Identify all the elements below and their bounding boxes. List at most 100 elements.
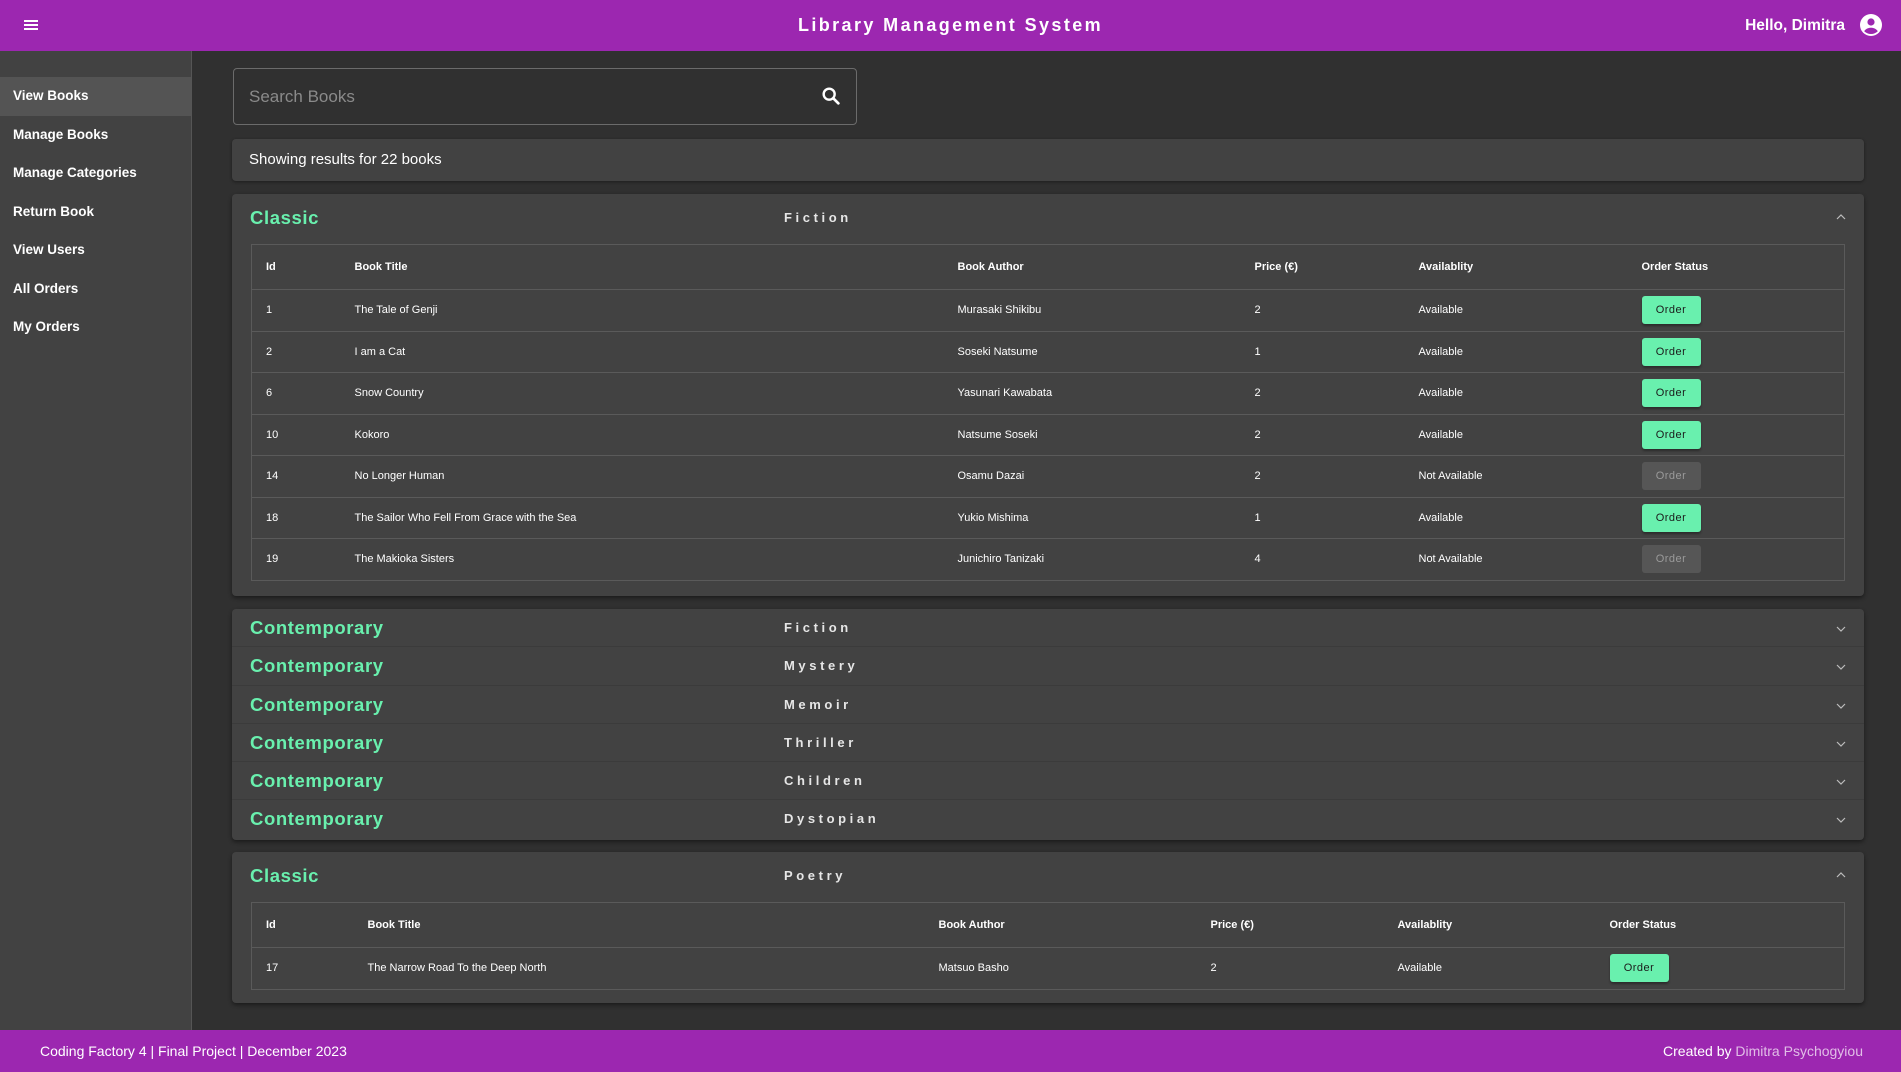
sidebar-nav: View Books Manage Books Manage Categorie… [0,51,192,1030]
order-button[interactable]: Order [1641,296,1701,325]
column-header-title: Book Title [353,902,925,948]
order-status-cell: Order [1627,455,1845,498]
collapsed-panels-group: Contemporary Fiction Contemporary Myster… [232,609,1864,840]
book-id: 19 [251,538,341,581]
author-link[interactable]: Dimitra Psychogyiou [1735,1043,1863,1059]
books-tbody: 17 The Narrow Road To the Deep North Matsu… [251,947,1845,990]
order-button[interactable]: Order [1641,503,1701,532]
category-panel-contemporary-thriller[interactable]: Contemporary Thriller [232,724,1864,763]
order-status-cell: Order [1627,414,1845,456]
footer: Coding Factory 4 | Final Project | Decem… [0,1030,1901,1072]
column-header-author: Book Author [943,244,1241,290]
order-status-cell: Order [1627,372,1845,415]
order-button: Order [1641,462,1701,491]
book-title: Snow Country [340,372,944,415]
column-header-price: Price (€) [1196,902,1384,948]
category-name: Contemporary [250,655,384,677]
chevron-down-icon[interactable] [1836,626,1846,632]
search-icon[interactable] [820,85,842,107]
menu-icon[interactable] [22,17,42,33]
books-table: Id Book Title Book Author Price (€) Avai… [251,902,1845,990]
book-id: 6 [251,372,341,415]
chevron-down-icon[interactable] [1836,817,1846,824]
book-author: Murasaki Shikibu [943,289,1241,332]
book-title: The Makioka Sisters [340,538,944,581]
category-panel-contemporary-memoir[interactable]: Contemporary Memoir [232,686,1864,724]
sidebar-item-all-orders[interactable]: All Orders [0,270,191,309]
column-header-availability: Availablity [1383,902,1596,948]
book-price: 2 [1196,947,1384,990]
book-availability: Available [1404,497,1628,539]
book-availability: Not Available [1404,455,1628,498]
column-header-id: Id [251,902,354,948]
order-button[interactable]: Order [1641,420,1701,449]
order-status-cell: Order [1627,289,1845,332]
table-row: 17 The Narrow Road To the Deep North Matsu… [251,947,1845,990]
order-button[interactable]: Order [1641,379,1701,408]
app-title: Library Management System [797,15,1104,35]
category-panel-contemporary-mystery[interactable]: Contemporary Mystery [232,647,1864,686]
category-name: Contemporary [250,731,384,753]
chevron-up-icon[interactable] [1836,214,1846,220]
column-header-order-status: Order Status [1595,902,1845,948]
book-price: 1 [1240,331,1405,373]
category-panel-contemporary-dystopian[interactable]: Contemporary Dystopian [232,800,1864,838]
chevron-up-icon[interactable] [1836,872,1846,878]
created-by-label: Created by [1663,1043,1732,1059]
sidebar-item-view-users[interactable]: View Users [0,231,191,270]
table-row: 2I am a Cat Soseki Natsume 1 Available Order [251,331,1845,373]
chevron-down-icon[interactable] [1836,703,1846,709]
user-greeting: Hello, Dimitra [1745,17,1845,34]
genre-name: Dystopian [784,811,880,827]
top-app-bar: Library Management System Hello, Dimitra [0,0,1901,51]
sidebar-item-manage-categories[interactable]: Manage Categories [0,154,191,193]
main-content: Showing results for 22 books Classic Fic… [192,51,1901,1030]
account-circle-icon[interactable] [1859,13,1883,37]
book-price: 2 [1240,455,1405,498]
chevron-down-icon[interactable] [1836,741,1846,747]
panel-header[interactable]: Classic Poetry [232,852,1864,900]
sidebar-item-my-orders[interactable]: My Orders [0,308,191,347]
book-id: 17 [251,947,354,990]
books-tbody: 1 The Tale of Genji Murasaki Shikibu 2 Avail… [251,289,1845,581]
panel-header[interactable]: Classic Fiction [232,194,1864,242]
genre-name: Fiction [784,620,852,635]
genre-name: Poetry [784,868,847,883]
search-field [233,68,857,125]
footer-credits: Coding Factory 4 | Final Project | Decem… [40,1043,347,1059]
sidebar-item-manage-books[interactable]: Manage Books [0,116,191,155]
order-button[interactable]: Order [1609,954,1669,983]
chevron-down-icon[interactable] [1836,664,1846,671]
book-title: No Longer Human [340,455,944,498]
book-price: 4 [1240,538,1405,581]
search-input[interactable] [249,69,809,124]
book-title: The Narrow Road To the Deep North [353,947,925,990]
order-status-cell: Order [1627,538,1845,581]
table-row: 6 Snow Country Yasunari Kawabata 2 Available… [251,372,1845,415]
category-panel-contemporary-fiction[interactable]: Contemporary Fiction [232,609,1864,648]
book-id: 14 [251,455,341,498]
sidebar-item-view-books[interactable]: View Books [0,77,191,116]
book-id: 2 [251,331,341,373]
chevron-down-icon[interactable] [1836,779,1846,786]
category-panel-contemporary-children[interactable]: Contemporary Children [232,762,1864,801]
category-panel-classic-poetry: Classic Poetry Id Book Title Book Author… [232,852,1864,1003]
book-availability: Available [1383,947,1596,990]
order-button[interactable]: Order [1641,337,1701,366]
book-title: The Sailor Who Fell From Grace with the … [340,497,944,539]
book-author: Yasunari Kawabata [943,372,1241,415]
book-price: 2 [1240,372,1405,415]
book-availability: Available [1404,372,1628,415]
genre-name: Memoir [784,696,852,712]
table-row: 14 No Longer Human Osamu Dazai 2 Not Availab… [251,455,1845,498]
footer-author: Created by Dimitra Psychogyiou [1663,1030,1863,1072]
category-name: Classic [250,207,319,228]
book-title: The Tale of Genji [340,289,944,332]
category-name: Contemporary [250,770,384,792]
category-name: Contemporary [250,693,384,715]
genre-name: Mystery [784,658,859,674]
book-title: I am a Cat [340,331,944,373]
order-button: Order [1641,545,1701,574]
sidebar-item-return-book[interactable]: Return Book [0,193,191,232]
book-author: Osamu Dazai [943,455,1241,498]
